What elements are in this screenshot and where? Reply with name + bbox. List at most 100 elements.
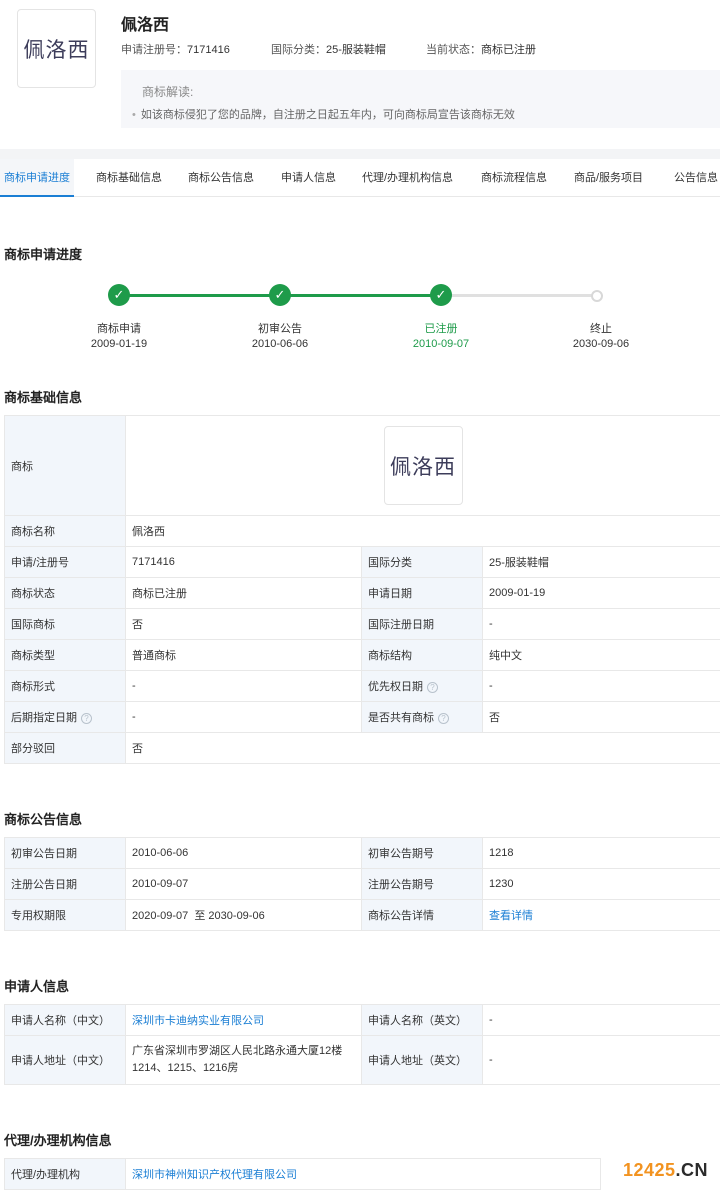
cell-key: 申请/注册号 — [4, 546, 126, 578]
cell-value: 否 — [481, 701, 720, 733]
cell-key: 商标类型 — [4, 639, 126, 671]
address-line: 广东省深圳市罗湖区人民北路永通大厦12楼 — [132, 1045, 343, 1057]
step-label: 商标申请 — [97, 323, 141, 335]
cell-key: 初审公告期号 — [361, 837, 483, 869]
section-title-applicant: 申请人信息 — [4, 979, 70, 994]
interpretation-title: 商标解读: — [142, 85, 194, 99]
trademark-header: 佩洛西 佩洛西 申请注册号：7171416 国际分类：25-服装鞋帽 当前状态：… — [0, 0, 720, 159]
announcement-table: 初审公告日期 2010-06-06 初审公告期号 1218 注册公告日期 201… — [4, 837, 720, 931]
view-details-link[interactable]: 查看详情 — [489, 910, 533, 922]
cell-value: - — [481, 670, 720, 702]
cell-key: 申请人名称（中文） — [4, 1004, 126, 1036]
cell-key: 申请人地址（中文） — [4, 1035, 126, 1085]
cell-key: 后期指定日期? — [4, 701, 126, 733]
cell-value: 2009-01-19 — [481, 577, 720, 609]
tab-basic-info[interactable]: 商标基础信息 — [96, 159, 162, 197]
reg-no: 申请注册号：7171416 — [121, 44, 230, 56]
cell-value: 佩洛西 — [124, 515, 720, 547]
table-row: 商标名称 佩洛西 — [4, 515, 720, 547]
table-row: 初审公告日期 2010-06-06 初审公告期号 1218 — [4, 837, 720, 869]
cell-value: - — [125, 701, 362, 733]
cell-value: 2010-09-07 — [125, 868, 362, 900]
tab-announcement-info[interactable]: 商标公告信息 — [188, 159, 254, 197]
trademark-logo: 佩洛西 — [17, 9, 96, 88]
step-date: 2010-09-07 — [412, 338, 470, 350]
agency-link[interactable]: 深圳市神州知识产权代理有限公司 — [132, 1169, 297, 1181]
step-label: 终止 — [590, 323, 612, 335]
cell-key: 商标公告详情 — [361, 899, 483, 931]
cell-logo: 佩洛西 — [124, 415, 720, 516]
step-done-icon: ✓ — [108, 284, 130, 306]
table-row: 申请人名称（中文） 深圳市卡迪纳实业有限公司 申请人名称（英文） - — [4, 1004, 720, 1036]
cell-key: 申请人名称（英文） — [361, 1004, 483, 1036]
cell-key: 国际分类 — [361, 546, 483, 578]
cell-key: 商标结构 — [361, 639, 483, 671]
cell-key: 商标状态 — [4, 577, 126, 609]
tab-bar: 商标申请进度 商标基础信息 商标公告信息 申请人信息 代理/办理机构信息 商标流… — [0, 159, 720, 197]
step-label: 初审公告 — [258, 323, 302, 335]
agency-table: 代理/办理机构 深圳市神州知识产权代理有限公司 — [4, 1158, 601, 1190]
section-title-agency: 代理/办理机构信息 — [4, 1133, 112, 1148]
progress-line-pending — [441, 294, 597, 297]
cell-value: 广东省深圳市罗湖区人民北路永通大厦12楼 1214、1215、1216房 — [125, 1035, 362, 1085]
step-date: 2009-01-19 — [90, 338, 148, 350]
cell-value: 否 — [125, 608, 362, 640]
tab-process-info[interactable]: 商标流程信息 — [481, 159, 547, 197]
cell-key: 注册公告日期 — [4, 868, 126, 900]
divider — [0, 149, 720, 159]
cell-key: 是否共有商标? — [361, 701, 483, 733]
basic-info-table: 商标 佩洛西 商标名称 佩洛西 申请/注册号 7171416 国际分类 25-服… — [4, 415, 720, 764]
step-pending-icon — [591, 290, 603, 302]
table-row: 专用权期限 2020-09-07 至 2030-09-06 商标公告详情 查看详… — [4, 899, 720, 931]
cell-value: 1218 — [482, 837, 720, 869]
section-title-announcement: 商标公告信息 — [4, 812, 83, 827]
tab-agency-info[interactable]: 代理/办理机构信息 — [362, 159, 453, 197]
applicant-name-link[interactable]: 深圳市卡迪纳实业有限公司 — [132, 1015, 264, 1027]
current-status: 当前状态：商标已注册 — [426, 44, 536, 56]
help-icon[interactable]: ? — [438, 712, 449, 724]
table-row: 部分驳回 否 — [4, 732, 720, 764]
intl-class: 国际分类：25-服装鞋帽 — [271, 44, 386, 56]
cell-value: - — [125, 670, 362, 702]
table-row: 商标形式 - 优先权日期? - — [4, 670, 720, 702]
cell-value: 2020-09-07 至 2030-09-06 — [125, 899, 362, 931]
cell-value: 纯中文 — [481, 639, 720, 671]
applicant-table: 申请人名称（中文） 深圳市卡迪纳实业有限公司 申请人名称（英文） - 申请人地址… — [4, 1004, 720, 1085]
trademark-interpretation: 商标解读: • 如该商标侵犯了您的品牌，自注册之日起五年内，可向商标局宣告该商标无… — [121, 70, 720, 128]
cell-key: 商标名称 — [4, 515, 126, 547]
cell-key: 国际注册日期 — [361, 608, 483, 640]
cell-value: 深圳市卡迪纳实业有限公司 — [125, 1004, 362, 1036]
table-row: 商标 佩洛西 — [4, 415, 720, 516]
tab-goods-services[interactable]: 商品/服务项目 — [574, 159, 643, 197]
cell-key: 部分驳回 — [4, 732, 126, 764]
help-icon[interactable]: ? — [427, 681, 438, 693]
cell-key: 商标形式 — [4, 670, 126, 702]
cell-value: 2010-06-06 — [125, 837, 362, 869]
logo-text: 佩洛西 — [23, 37, 90, 62]
cell-value: 7171416 — [125, 546, 362, 578]
tab-applicant-info[interactable]: 申请人信息 — [281, 159, 336, 197]
cell-key: 注册公告期号 — [361, 868, 483, 900]
cell-key: 专用权期限 — [4, 899, 126, 931]
cell-key: 国际商标 — [4, 608, 126, 640]
trademark-logo-image: 佩洛西 — [383, 426, 463, 505]
cell-value: 商标已注册 — [125, 577, 362, 609]
cell-value: 1230 — [482, 868, 720, 900]
cell-value: 查看详情 — [482, 899, 720, 931]
help-icon[interactable]: ? — [81, 712, 92, 724]
step-done-icon: ✓ — [430, 284, 452, 306]
address-line: 1214、1215、1216房 — [132, 1062, 239, 1074]
interpretation-item: • 如该商标侵犯了您的品牌，自注册之日起五年内，可向商标局宣告该商标无效 — [132, 109, 515, 121]
table-row: 国际商标 否 国际注册日期 - — [4, 608, 720, 640]
cell-key: 商标 — [4, 415, 126, 516]
tab-notices[interactable]: 公告信息 — [674, 159, 718, 197]
cell-value: - — [481, 608, 720, 640]
cell-value: 25-服装鞋帽 — [481, 546, 720, 578]
step-done-icon: ✓ — [269, 284, 291, 306]
tab-progress[interactable]: 商标申请进度 — [0, 159, 74, 197]
section-title-basic: 商标基础信息 — [4, 390, 83, 405]
step-label: 已注册 — [424, 323, 458, 335]
cell-key: 申请人地址（英文） — [361, 1035, 483, 1085]
trademark-title: 佩洛西 — [121, 17, 170, 34]
section-title-progress: 商标申请进度 — [4, 247, 83, 262]
